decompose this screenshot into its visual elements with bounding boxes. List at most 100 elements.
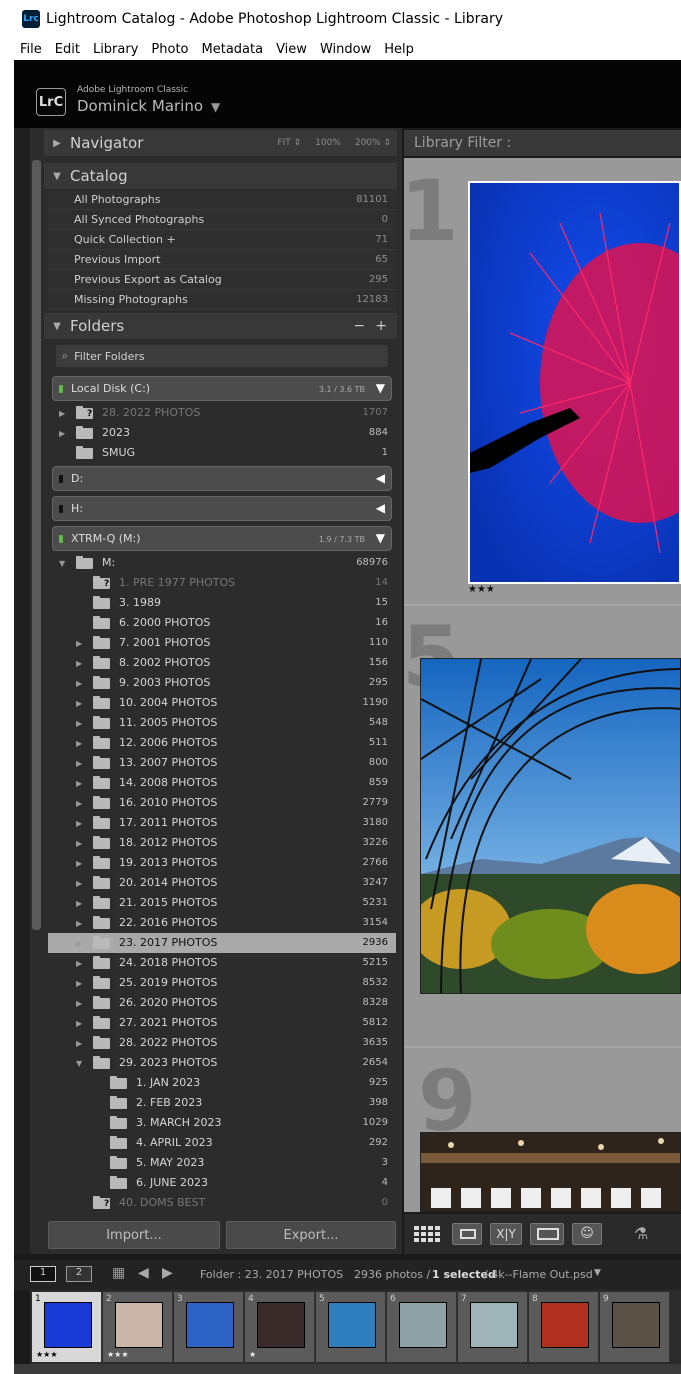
folder-row[interactable]: ▶ 11. 2005 PHOTOS 548: [48, 713, 396, 733]
volume-header[interactable]: Local Disk (C:) 3.1 / 3.6 TB ▼: [52, 376, 392, 401]
folder-row[interactable]: 2. FEB 2023 398: [48, 1093, 396, 1113]
folder-collapsed-icon[interactable]: ▶: [59, 409, 65, 418]
grid-view-icon[interactable]: [412, 1223, 442, 1245]
menu-help[interactable]: Help: [384, 42, 414, 57]
folder-collapsed-icon[interactable]: ▶: [59, 429, 65, 438]
folder-row[interactable]: ▶ 9. 2003 PHOTOS 295: [48, 673, 396, 693]
folder-row[interactable]: ▶ 12. 2006 PHOTOS 511: [48, 733, 396, 753]
folder-collapsed-icon[interactable]: ▶: [76, 779, 82, 788]
folder-collapsed-icon[interactable]: ▶: [76, 899, 82, 908]
folder-row[interactable]: ▶ 7. 2001 PHOTOS 110: [48, 633, 396, 653]
folder-collapsed-icon[interactable]: ▶: [76, 819, 82, 828]
folder-row[interactable]: ▶ 23. 2017 PHOTOS 2936: [48, 933, 396, 953]
remove-folder-icon[interactable]: −: [354, 318, 366, 334]
folder-row[interactable]: ▶ 25. 2019 PHOTOS 8532: [48, 973, 396, 993]
grid-cell[interactable]: 1 ★★★: [400, 158, 681, 604]
forward-icon[interactable]: ▶: [162, 1265, 173, 1281]
catalog-item[interactable]: All Synced Photographs 0: [48, 210, 396, 230]
filter-folders-input[interactable]: ⌕ Filter Folders: [56, 345, 388, 367]
folder-row[interactable]: ▶ 18. 2012 PHOTOS 3226: [48, 833, 396, 853]
add-folder-icon[interactable]: +: [375, 318, 387, 334]
grid-cell[interactable]: 5: [402, 606, 681, 1046]
folder-collapsed-icon[interactable]: ▶: [76, 839, 82, 848]
folder-row[interactable]: ▶ 20. 2014 PHOTOS 3247: [48, 873, 396, 893]
zoom-100[interactable]: 100%: [315, 138, 341, 148]
export-button[interactable]: Export...: [226, 1221, 396, 1249]
user-name[interactable]: Dominick Marino: [77, 97, 203, 115]
folder-collapsed-icon[interactable]: ▶: [76, 759, 82, 768]
left-panel-collapse-strip[interactable]: ◀: [14, 128, 40, 1254]
zoom-200[interactable]: 200% ⇕: [355, 138, 391, 148]
filmstrip-thumbnail[interactable]: 8: [529, 1292, 599, 1362]
folder-collapsed-icon[interactable]: ▶: [76, 719, 82, 728]
folder-expanded-icon[interactable]: ▼: [76, 1059, 82, 1068]
folder-collapsed-icon[interactable]: ▶: [76, 999, 82, 1008]
folder-collapsed-icon[interactable]: ▶: [76, 1019, 82, 1028]
collapse-icon[interactable]: ▼: [44, 321, 70, 332]
menu-view[interactable]: View: [276, 42, 307, 57]
folders-header[interactable]: ▼ Folders − +: [44, 313, 397, 339]
library-filter-bar[interactable]: Library Filter :: [404, 130, 681, 156]
catalog-item[interactable]: Previous Export as Catalog 295: [48, 270, 396, 290]
folder-collapsed-icon[interactable]: ▶: [76, 879, 82, 888]
filmstrip-thumbnail[interactable]: 6: [387, 1292, 457, 1362]
folder-row[interactable]: 3. MARCH 2023 1029: [48, 1113, 396, 1133]
menu-library[interactable]: Library: [93, 42, 138, 57]
photo-thumbnail[interactable]: [468, 181, 681, 584]
folder-row[interactable]: ▼ M: 68976: [48, 553, 396, 573]
folder-row[interactable]: ▶ 13. 2007 PHOTOS 800: [48, 753, 396, 773]
folder-row[interactable]: 6. JUNE 2023 4: [48, 1173, 396, 1193]
folder-row[interactable]: 5. MAY 2023 3: [48, 1153, 396, 1173]
folder-row[interactable]: ▶ 24. 2018 PHOTOS 5215: [48, 953, 396, 973]
folder-row[interactable]: ▶ 14. 2008 PHOTOS 859: [48, 773, 396, 793]
menu-photo[interactable]: Photo: [151, 42, 188, 57]
expand-icon[interactable]: ▶: [44, 138, 70, 149]
menu-edit[interactable]: Edit: [55, 42, 80, 57]
identity-dropdown-icon[interactable]: ▼: [211, 100, 220, 114]
second-screen-button[interactable]: 2: [66, 1266, 92, 1282]
filmstrip-thumbnail[interactable]: 9: [600, 1292, 670, 1362]
folder-collapsed-icon[interactable]: ▶: [76, 799, 82, 808]
volume-collapsed-icon[interactable]: ◀: [376, 471, 385, 485]
filmstrip-thumbnail[interactable]: 1 ★★★: [32, 1292, 102, 1362]
filename-dropdown-icon[interactable]: ▼: [594, 1268, 601, 1278]
compare-view-icon[interactable]: X|Y: [490, 1223, 522, 1245]
navigator-header[interactable]: ▶ Navigator FIT ⇕ 100% 200% ⇕: [44, 130, 397, 156]
folder-row[interactable]: ▶ 16. 2010 PHOTOS 2779: [48, 793, 396, 813]
folder-collapsed-icon[interactable]: ▶: [76, 679, 82, 688]
menu-metadata[interactable]: Metadata: [202, 42, 264, 57]
import-button[interactable]: Import...: [48, 1221, 220, 1249]
folder-collapsed-icon[interactable]: ▶: [76, 919, 82, 928]
folder-collapsed-icon[interactable]: ▶: [76, 1039, 82, 1048]
filmstrip-thumbnail[interactable]: 2 ★★★: [103, 1292, 173, 1362]
folder-collapsed-icon[interactable]: ▶: [76, 939, 82, 948]
folder-row[interactable]: ? 1. PRE 1977 PHOTOS 14: [48, 573, 396, 593]
loupe-view-icon[interactable]: [452, 1223, 482, 1245]
source-folder[interactable]: Folder : 23. 2017 PHOTOS: [200, 1268, 343, 1281]
folder-row[interactable]: ▶ 27. 2021 PHOTOS 5812: [48, 1013, 396, 1033]
filmstrip-thumbnail[interactable]: 3: [174, 1292, 244, 1362]
filmstrip-scrollbar[interactable]: [14, 1364, 681, 1374]
filmstrip-thumbnail[interactable]: 5: [316, 1292, 386, 1362]
folder-row[interactable]: ▶ 22. 2016 PHOTOS 3154: [48, 913, 396, 933]
survey-view-icon[interactable]: [530, 1223, 564, 1245]
volume-header[interactable]: D: ◀: [52, 466, 392, 491]
folder-row[interactable]: SMUG 1: [48, 443, 396, 463]
volume-collapsed-icon[interactable]: ◀: [376, 501, 385, 515]
folder-row[interactable]: 3. 1989 15: [48, 593, 396, 613]
main-screen-button[interactable]: 1: [30, 1266, 56, 1282]
folder-collapsed-icon[interactable]: ▶: [76, 859, 82, 868]
folder-row[interactable]: 1. JAN 2023 925: [48, 1073, 396, 1093]
grid-mode-icon[interactable]: ▦: [112, 1265, 125, 1281]
folder-row[interactable]: ▶ 21. 2015 PHOTOS 5231: [48, 893, 396, 913]
volume-header[interactable]: H: ◀: [52, 496, 392, 521]
folder-collapsed-icon[interactable]: ▶: [76, 959, 82, 968]
folder-row[interactable]: ▶ 26. 2020 PHOTOS 8328: [48, 993, 396, 1013]
volume-header[interactable]: XTRM-Q (M:) 1.9 / 7.3 TB ▼: [52, 526, 392, 551]
left-panel-scrollbar[interactable]: [32, 160, 41, 930]
filmstrip-thumbnail[interactable]: 7: [458, 1292, 528, 1362]
folder-row[interactable]: ▶ 10. 2004 PHOTOS 1190: [48, 693, 396, 713]
menu-window[interactable]: Window: [320, 42, 371, 57]
folder-row[interactable]: ▼ 29. 2023 PHOTOS 2654: [48, 1053, 396, 1073]
folder-collapsed-icon[interactable]: ▶: [76, 639, 82, 648]
